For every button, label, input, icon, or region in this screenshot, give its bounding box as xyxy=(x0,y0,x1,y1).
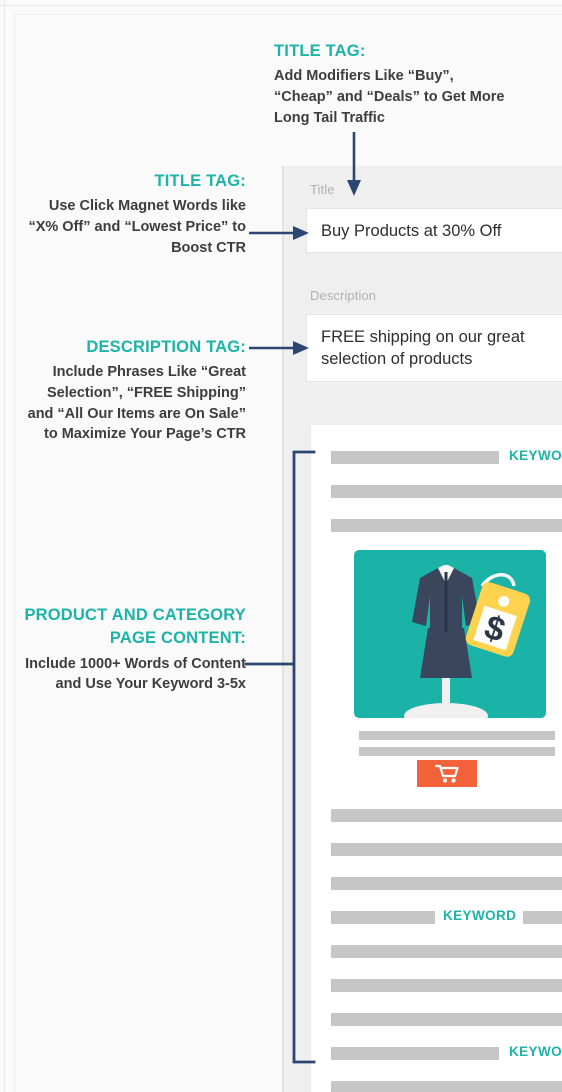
text-placeholder-bar xyxy=(331,809,562,822)
callout-heading: TITLE TAG: xyxy=(274,42,366,60)
connector-bracket-page-content xyxy=(244,450,316,1064)
connector-arrow-title-left xyxy=(249,226,309,240)
callout-body: Include 1000+ Words of Content and Use Y… xyxy=(25,655,246,693)
text-placeholder-bar xyxy=(359,731,555,740)
frame-divider-top xyxy=(0,5,562,6)
frame-divider-left xyxy=(4,0,5,1092)
text-placeholder-bar xyxy=(331,519,562,532)
shopping-cart-icon xyxy=(435,764,459,783)
title-input[interactable]: Buy Products at 30% Off xyxy=(306,208,562,253)
text-placeholder-bar xyxy=(331,877,562,890)
callout-title-tag-top: TITLE TAG: Add Modifiers Like “Buy”, “Ch… xyxy=(274,40,514,128)
text-placeholder-bar xyxy=(331,1047,499,1060)
text-placeholder-bar xyxy=(523,911,562,924)
text-placeholder-bar xyxy=(331,451,499,464)
callout-body: Use Click Magnet Words like “X% Off” and… xyxy=(28,198,246,256)
callout-title-tag-left: TITLE TAG: Use Click Magnet Words like “… xyxy=(18,170,246,258)
text-placeholder-bar xyxy=(331,485,562,498)
add-to-cart-button[interactable] xyxy=(417,760,477,787)
callout-body: Add Modifiers Like “Buy”, “Cheap” and “D… xyxy=(274,68,505,126)
callout-description-tag: DESCRIPTION TAG: Include Phrases Like “G… xyxy=(18,336,246,445)
callout-heading: DESCRIPTION TAG: xyxy=(86,338,246,356)
frame-divider-top-2 xyxy=(14,14,562,15)
description-input[interactable]: FREE shipping on our great selection of … xyxy=(306,314,562,382)
keyword-highlight-1: KEYWORD xyxy=(509,448,562,463)
dress-with-price-tag-icon: $ xyxy=(404,565,531,718)
product-page-content-card: KEYWORD KEYWORD KEYWORD xyxy=(310,424,562,1092)
title-field-label: Title xyxy=(310,182,335,197)
product-image: $ xyxy=(354,550,546,718)
callout-heading: PRODUCT AND CATEGORY PAGE CONTENT: xyxy=(24,606,246,648)
text-placeholder-bar xyxy=(331,911,435,924)
text-placeholder-bar xyxy=(331,945,562,958)
text-placeholder-bar xyxy=(331,1013,562,1026)
infographic-canvas: Title Buy Products at 30% Off Descriptio… xyxy=(0,0,562,1092)
callout-page-content: PRODUCT AND CATEGORY PAGE CONTENT: Inclu… xyxy=(18,604,246,695)
callout-body: Include Phrases Like “Great Selection”, … xyxy=(27,364,246,443)
frame-divider-left-2 xyxy=(14,14,15,1092)
text-placeholder-bar xyxy=(331,979,562,992)
callout-heading: TITLE TAG: xyxy=(154,172,246,190)
connector-arrow-description xyxy=(249,341,309,355)
keyword-highlight-3: KEYWORD xyxy=(509,1044,562,1059)
connector-arrow-title-top xyxy=(347,132,361,196)
keyword-highlight-2: KEYWORD xyxy=(443,908,517,923)
text-placeholder-bar xyxy=(331,843,562,856)
description-field-label: Description xyxy=(310,288,377,303)
text-placeholder-bar xyxy=(331,1081,562,1092)
text-placeholder-bar xyxy=(359,747,555,756)
